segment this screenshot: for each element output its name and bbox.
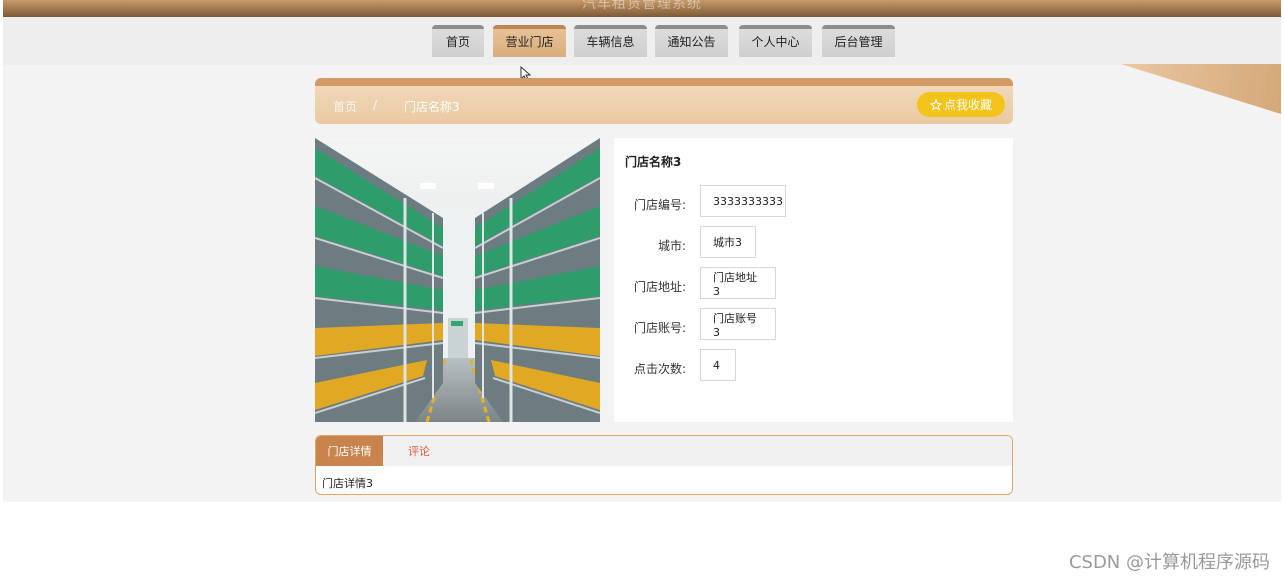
store-address-label: 门店地址:	[633, 280, 686, 294]
tab-content-text: 门店详情3	[322, 477, 373, 490]
favorite-button[interactable]: 点我收藏	[917, 92, 1005, 117]
city-label: 城市:	[657, 239, 686, 253]
tabs-header: 门店详情 评论	[316, 436, 1012, 466]
store-photo	[315, 138, 600, 422]
store-account-label: 门店账号:	[633, 321, 686, 335]
click-count-value: 4	[700, 349, 736, 381]
store-info-card: 门店名称3 门店编号: 3333333333 城市: 城市3 门店地址: 门店地…	[614, 138, 1013, 422]
breadcrumb: 首页 / 门店名称3 点我收藏	[315, 78, 1013, 124]
nav-item-profile[interactable]: 个人中心	[739, 25, 812, 57]
store-name-title: 门店名称3	[625, 155, 682, 169]
store-number-value: 3333333333	[700, 185, 786, 217]
nav-item-stores[interactable]: 营业门店	[493, 25, 566, 57]
breadcrumb-current: 门店名称3	[404, 100, 460, 114]
watermark-text: CSDN @计算机程序源码	[1068, 552, 1270, 573]
breadcrumb-separator: /	[373, 98, 378, 112]
breadcrumb-home[interactable]: 首页	[333, 98, 357, 115]
nav-item-notices[interactable]: 通知公告	[655, 25, 728, 57]
main-nav: 首页 营业门店 车辆信息 通知公告 个人中心 后台管理	[0, 25, 1284, 57]
nav-item-vehicles[interactable]: 车辆信息	[574, 25, 647, 57]
decorative-banner	[1121, 64, 1281, 114]
nav-item-admin[interactable]: 后台管理	[822, 25, 895, 57]
favorite-button-label: 点我收藏	[943, 98, 992, 112]
detail-tabs: 门店详情 评论 门店详情3	[315, 435, 1013, 495]
warehouse-shelves-image	[315, 138, 600, 422]
site-title: 汽车租赁管理系统	[582, 0, 702, 12]
nav-item-home[interactable]: 首页	[432, 25, 484, 57]
click-count-label: 点击次数:	[633, 362, 686, 376]
tab-comments[interactable]: 评论	[383, 436, 455, 466]
city-value: 城市3	[700, 226, 756, 258]
tab-store-details[interactable]: 门店详情	[316, 436, 383, 466]
star-outline-icon	[929, 98, 942, 111]
store-address-value: 门店地址3	[700, 267, 776, 299]
top-bar: 汽车租赁管理系统	[3, 0, 1281, 17]
store-number-label: 门店编号:	[633, 198, 686, 212]
store-account-value: 门店账号3	[700, 308, 776, 340]
